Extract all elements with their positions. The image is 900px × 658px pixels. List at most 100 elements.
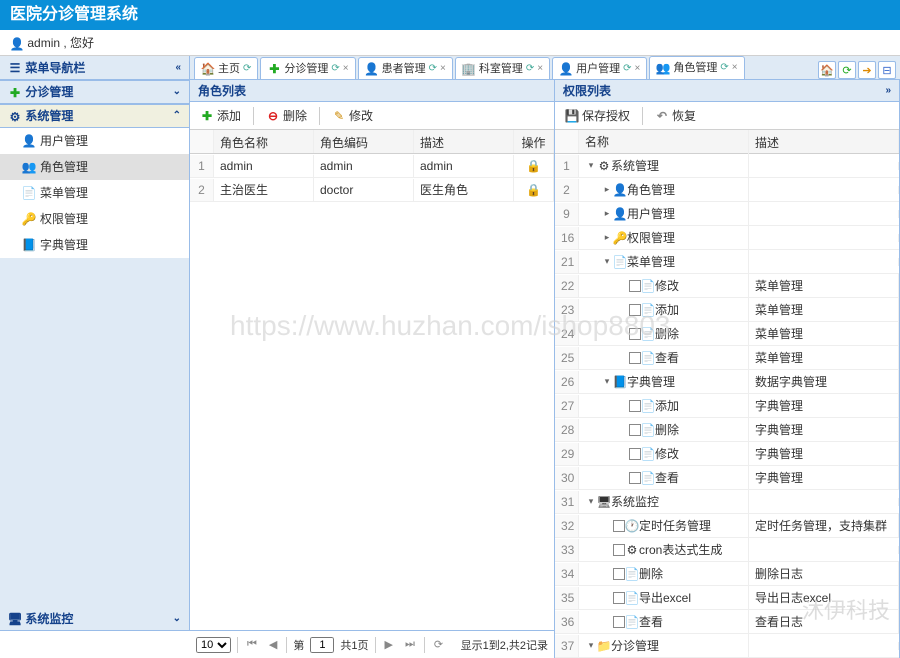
tool-next[interactable]: ➔: [858, 61, 876, 79]
page-input[interactable]: [310, 637, 334, 653]
delete-button[interactable]: ⊖删除: [262, 105, 311, 126]
add-button[interactable]: ✚添加: [196, 105, 245, 126]
refresh-icon[interactable]: ⟳: [243, 58, 251, 80]
close-icon[interactable]: ×: [343, 58, 349, 80]
refresh-icon[interactable]: ⟳: [429, 58, 437, 80]
refresh-icon[interactable]: ⟳: [623, 58, 631, 80]
expander-icon[interactable]: ▸: [601, 184, 613, 196]
tree-row[interactable]: 30📄查看字典管理: [555, 466, 899, 490]
tab-dept[interactable]: 🏢科室管理 ⟳×: [455, 57, 550, 79]
tab-triage[interactable]: ✚分诊管理 ⟳×: [260, 57, 355, 79]
col-code[interactable]: 角色编码: [314, 130, 414, 153]
col-name[interactable]: 角色名称: [214, 130, 314, 153]
col-op[interactable]: 操作: [514, 130, 554, 153]
checkbox[interactable]: [613, 568, 625, 580]
sidebar-panel-nav[interactable]: ☰ 菜单导航栏 «: [0, 56, 189, 80]
checkbox[interactable]: [629, 280, 641, 292]
tree-label: 分诊管理: [611, 637, 659, 654]
col-name[interactable]: 名称: [579, 130, 749, 153]
refresh-icon[interactable]: ⟳: [331, 58, 339, 80]
expander-icon[interactable]: ▸: [601, 208, 613, 220]
tree-row[interactable]: 22📄修改菜单管理: [555, 274, 899, 298]
nav-item-role[interactable]: 👥角色管理: [0, 154, 189, 180]
refresh-icon[interactable]: ⟳: [720, 57, 728, 79]
tree-row[interactable]: 29📄修改字典管理: [555, 442, 899, 466]
table-row[interactable]: 1adminadminadmin🔒: [190, 154, 554, 178]
col-desc[interactable]: 描述: [749, 130, 899, 153]
tree-row[interactable]: 21▾📄菜单管理: [555, 250, 899, 274]
prev-page-button[interactable]: ◀: [266, 638, 280, 651]
lock-icon[interactable]: 🔒: [527, 183, 541, 197]
expander-icon[interactable]: ▾: [585, 160, 597, 172]
checkbox[interactable]: [613, 616, 625, 628]
checkbox[interactable]: [629, 400, 641, 412]
refresh-icon[interactable]: ⟳: [526, 58, 534, 80]
sidebar-panel-system[interactable]: ⚙ 系统管理 ⌃: [0, 104, 189, 128]
sidebar: ☰ 菜单导航栏 « ✚ 分诊管理 ⌄ ⚙ 系统管理 ⌃ 👤用户管理 👥角色管理 …: [0, 56, 190, 631]
nav-item-user[interactable]: 👤用户管理: [0, 128, 189, 154]
page-size-select[interactable]: 10: [196, 637, 231, 653]
checkbox[interactable]: [629, 328, 641, 340]
expand-icon[interactable]: »: [885, 80, 891, 101]
tree-row[interactable]: 28📄删除字典管理: [555, 418, 899, 442]
tree-row[interactable]: 33⚙cron表达式生成: [555, 538, 899, 562]
tree-row[interactable]: 25📄查看菜单管理: [555, 346, 899, 370]
tree-row[interactable]: 26▾📘字典管理数据字典管理: [555, 370, 899, 394]
nav-item-perm[interactable]: 🔑权限管理: [0, 206, 189, 232]
col-desc[interactable]: 描述: [414, 130, 514, 153]
restore-button[interactable]: ↶恢复: [651, 105, 700, 126]
checkbox[interactable]: [629, 352, 641, 364]
last-page-button[interactable]: ⏭: [402, 638, 418, 651]
tree-row[interactable]: 9▸👤用户管理: [555, 202, 899, 226]
sidebar-panel-monitor[interactable]: 🖥 系统监控 ⌄: [0, 607, 189, 631]
next-page-button[interactable]: ▶: [382, 638, 396, 651]
tree-row[interactable]: 27📄添加字典管理: [555, 394, 899, 418]
expander-icon[interactable]: ▸: [601, 232, 613, 244]
sidebar-panel-triage[interactable]: ✚ 分诊管理 ⌄: [0, 80, 189, 104]
tree-row[interactable]: 37▾📁分诊管理: [555, 634, 899, 658]
tree-row[interactable]: 16▸🔑权限管理: [555, 226, 899, 250]
close-icon[interactable]: ×: [537, 58, 543, 80]
first-page-button[interactable]: ⏮: [244, 638, 260, 651]
checkbox[interactable]: [613, 592, 625, 604]
tree-row[interactable]: 31▾🖥系统监控: [555, 490, 899, 514]
tab-role[interactable]: 👥角色管理 ⟳×: [649, 56, 744, 79]
tree-label: 删除: [639, 565, 663, 582]
tool-refresh[interactable]: ⟳: [838, 61, 856, 79]
tree-row[interactable]: 36📄查看查看日志: [555, 610, 899, 634]
nav-item-dict[interactable]: 📘字典管理: [0, 232, 189, 258]
tab-user[interactable]: 👤用户管理 ⟳×: [552, 57, 647, 79]
nav-item-menu[interactable]: 📄菜单管理: [0, 180, 189, 206]
table-row[interactable]: 2主治医生doctor医生角色🔒: [190, 178, 554, 202]
expander-icon[interactable]: ▾: [601, 256, 613, 268]
tree-row[interactable]: 35📄导出excel导出日志excel: [555, 586, 899, 610]
tab-patient[interactable]: 👤患者管理 ⟳×: [358, 57, 453, 79]
checkbox[interactable]: [629, 448, 641, 460]
checkbox[interactable]: [613, 544, 625, 556]
tree-row[interactable]: 34📄删除删除日志: [555, 562, 899, 586]
tool-close[interactable]: ⊟: [878, 61, 896, 79]
lock-icon[interactable]: 🔒: [527, 159, 541, 173]
expander-icon[interactable]: ▾: [585, 640, 597, 652]
save-icon: 💾: [565, 109, 579, 123]
checkbox[interactable]: [629, 424, 641, 436]
save-button[interactable]: 💾保存授权: [561, 105, 634, 126]
expander-icon[interactable]: ▾: [601, 376, 613, 388]
tree-row[interactable]: 1▾⚙系统管理: [555, 154, 899, 178]
close-icon[interactable]: ×: [440, 58, 446, 80]
tree-row[interactable]: 32🕐定时任务管理定时任务管理，支持集群: [555, 514, 899, 538]
expander-icon[interactable]: ▾: [585, 496, 597, 508]
tree-row[interactable]: 23📄添加菜单管理: [555, 298, 899, 322]
folder-icon: 📁: [597, 639, 611, 653]
tab-home[interactable]: 🏠主页 ⟳: [194, 57, 258, 79]
edit-button[interactable]: ✎修改: [328, 105, 377, 126]
tree-row[interactable]: 24📄删除菜单管理: [555, 322, 899, 346]
tool-home[interactable]: 🏠: [818, 61, 836, 79]
checkbox[interactable]: [629, 472, 641, 484]
close-icon[interactable]: ×: [732, 57, 738, 79]
tree-row[interactable]: 2▸👤角色管理: [555, 178, 899, 202]
checkbox[interactable]: [613, 520, 625, 532]
checkbox[interactable]: [629, 304, 641, 316]
refresh-button[interactable]: ⟳: [431, 638, 446, 651]
close-icon[interactable]: ×: [634, 58, 640, 80]
